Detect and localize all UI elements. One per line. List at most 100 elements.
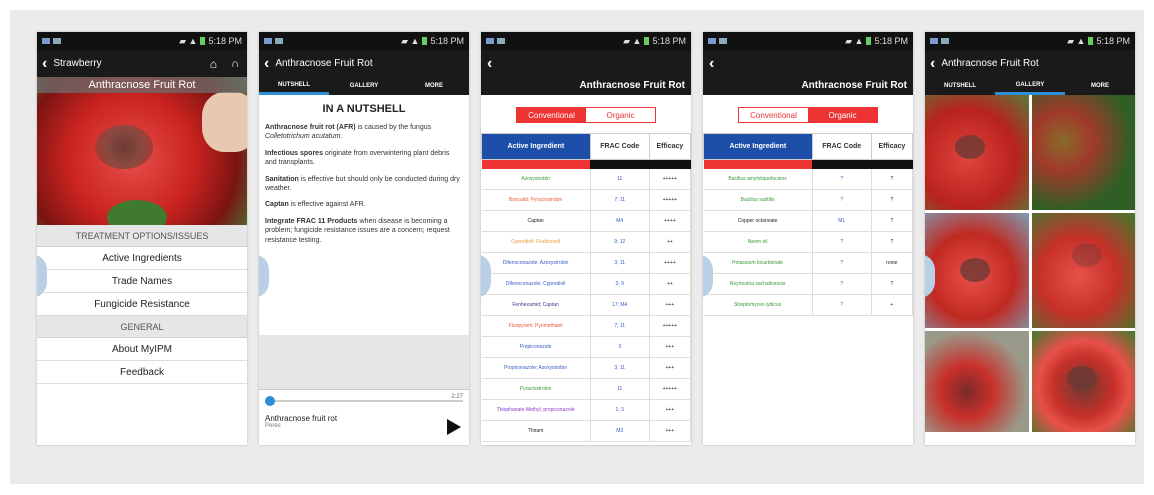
gallery-photo[interactable] — [925, 95, 1029, 210]
status-bar: ▰ ▲ 5:18 PM — [703, 32, 913, 50]
home-icon[interactable]: ⌂ — [210, 57, 217, 71]
frac-cell: ? — [812, 252, 872, 274]
play-icon[interactable] — [447, 419, 461, 435]
col-header-frac[interactable]: FRAC Code — [589, 133, 650, 160]
segment-organic[interactable]: Organic — [808, 108, 877, 122]
player-duration: 2:27 — [451, 394, 463, 400]
tab-bar: NUTSHELL GALLERY MORE — [259, 77, 469, 95]
frac-cell: M1 — [812, 210, 872, 232]
efficacy-cell: ++++ — [649, 210, 691, 232]
table-row[interactable]: Propiconazole 3 +++ — [481, 336, 691, 358]
para-text: is effective against AFR. — [288, 201, 366, 209]
col-header-frac[interactable]: FRAC Code — [811, 133, 872, 160]
table-row[interactable]: Bacillus amyloliquefaciens?? — [703, 168, 913, 190]
para-tail: . — [340, 133, 343, 141]
status-time: 5:18 PM — [430, 36, 464, 46]
tab-more[interactable]: MORE — [399, 77, 469, 95]
table-row[interactable]: Thiram M3 +++ — [481, 420, 691, 442]
hero-image: Anthracnose Fruit Rot — [37, 77, 247, 225]
player-progress-track[interactable] — [265, 396, 463, 406]
col-header-ingredient[interactable]: Active Ingredient — [703, 133, 813, 160]
ingredient-cell: Difenoconazole; Azoxystrobin — [481, 252, 591, 274]
tab-nutshell[interactable]: NUTSHELL — [925, 77, 995, 95]
efficacy-cell: ++ — [649, 273, 691, 295]
col-header-efficacy[interactable]: Efficacy — [648, 133, 691, 160]
menu-item-trade-names[interactable]: Trade Names — [37, 270, 247, 293]
para-bold: Captan — [265, 201, 289, 209]
table-row[interactable]: Propiconazole; Azoxystrobin 3; 11 +++ — [481, 357, 691, 379]
menu-item-about[interactable]: About MyIPM — [37, 338, 247, 361]
tab-bar: NUTSHELL GALLERY MORE — [925, 77, 1135, 95]
frac-cell: 3; 11 — [590, 357, 650, 379]
color-key-black — [871, 159, 913, 169]
table-row[interactable]: Pyraclostrobin 11 +++++ — [481, 378, 691, 400]
color-key-row — [703, 159, 913, 169]
table-row[interactable]: Fenhexamid; Captan 17; M4 +++ — [481, 294, 691, 316]
table-row[interactable]: Boscalid; Pyraclostrobin 7; 11 +++++ — [481, 189, 691, 211]
app-bar: ‹ Anthracnose Fruit Rot — [703, 50, 913, 95]
col-header-efficacy[interactable]: Efficacy — [870, 133, 913, 160]
segment-conventional[interactable]: Conventional — [739, 108, 808, 122]
frac-cell: ? — [812, 273, 872, 295]
col-header-ingredient[interactable]: Active Ingredient — [481, 133, 591, 160]
back-icon[interactable]: ‹ — [264, 55, 269, 72]
ingredient-cell: Thiram — [481, 420, 591, 442]
table-row[interactable]: Streptomyces lydicus? + — [703, 294, 913, 316]
segment-organic[interactable]: Organic — [586, 108, 655, 122]
tab-more[interactable]: MORE — [1065, 77, 1135, 95]
frac-cell: ? — [812, 168, 872, 190]
section-header-general: GENERAL — [37, 316, 247, 338]
frac-cell: M3 — [590, 420, 650, 442]
table-row[interactable]: Neem oil?? — [703, 231, 913, 253]
player-title: Anthracnose fruit rot — [265, 414, 338, 423]
photo-gallery — [925, 95, 1135, 432]
table-row[interactable]: Bacillus subtilis?? — [703, 189, 913, 211]
back-icon[interactable]: ‹ — [930, 55, 935, 72]
frac-cell: 11 — [590, 378, 650, 400]
back-icon[interactable]: ‹ — [42, 55, 47, 72]
ingredient-cell: Copper octanoate — [703, 210, 813, 232]
gallery-photo[interactable] — [1031, 331, 1135, 432]
lesion-shape — [95, 125, 153, 169]
gallery-photo[interactable] — [925, 213, 1029, 328]
player-scrub-handle[interactable] — [265, 396, 275, 406]
menu-item-fungicide-resistance[interactable]: Fungicide Resistance — [37, 293, 247, 316]
ingredient-cell: Pyraclostrobin — [481, 378, 591, 400]
headphones-icon[interactable]: ∩ — [231, 58, 239, 70]
table-row[interactable]: Thiophanate Methyl; propiconazole 1; 3 +++ — [481, 399, 691, 421]
table-row[interactable]: Difenoconazole; Azoxystrobin 3; 11 ++++ — [481, 252, 691, 274]
app-bar: ‹ Anthracnose Fruit Rot — [259, 50, 469, 77]
table-row[interactable]: Captan M4 ++++ — [481, 210, 691, 232]
tab-gallery[interactable]: GALLERY — [995, 77, 1065, 95]
menu-item-feedback[interactable]: Feedback — [37, 361, 247, 384]
gallery-photo[interactable] — [1031, 95, 1135, 210]
status-bar: ▰ ▲ 5:18 PM — [37, 32, 247, 50]
frac-cell: 7; 11 — [590, 189, 650, 211]
table-row[interactable]: Difenoconazole; Cyprodinil 3; 9 ++ — [481, 273, 691, 295]
efficacy-cell: +++++ — [649, 378, 691, 400]
tab-nutshell[interactable]: NUTSHELL — [259, 77, 329, 95]
segment-conventional[interactable]: Conventional — [517, 108, 586, 122]
efficacy-cell: +++ — [649, 420, 691, 442]
frac-cell: 9; 12 — [590, 231, 650, 253]
table-row[interactable]: Azoxystrobin 11 +++++ — [481, 168, 691, 190]
table-row[interactable]: Copper octanoate M1? — [703, 210, 913, 232]
nutshell-paragraph: Sanitation is effective but should only … — [265, 175, 463, 194]
back-icon[interactable]: ‹ — [487, 56, 492, 72]
frac-cell: ? — [812, 231, 872, 253]
table-row[interactable]: Reynoutria sachalinensis?? — [703, 273, 913, 295]
app-title: Anthracnose Fruit Rot — [579, 80, 685, 91]
table-row[interactable]: Potassium bicarbonate? none — [703, 252, 913, 274]
app-bar: ‹ Anthracnose Fruit Rot — [481, 50, 691, 95]
menu-item-active-ingredients[interactable]: Active Ingredients — [37, 247, 247, 270]
gallery-photo[interactable] — [1031, 213, 1135, 328]
efficacy-cell: none — [871, 252, 913, 274]
app-bar: ‹ Anthracnose Fruit Rot — [925, 50, 1135, 77]
back-icon[interactable]: ‹ — [709, 56, 714, 72]
tab-gallery[interactable]: GALLERY — [329, 77, 399, 95]
ingredient-cell: Bacillus subtilis — [703, 189, 813, 211]
efficacy-cell: +++++ — [649, 168, 691, 190]
gallery-photo[interactable] — [925, 331, 1029, 432]
table-row[interactable]: Cyprodinil; Fludioxonil 9; 12 ++ — [481, 231, 691, 253]
table-row[interactable]: Fluopyram; Pyrimethanil 7; 11 +++++ — [481, 315, 691, 337]
